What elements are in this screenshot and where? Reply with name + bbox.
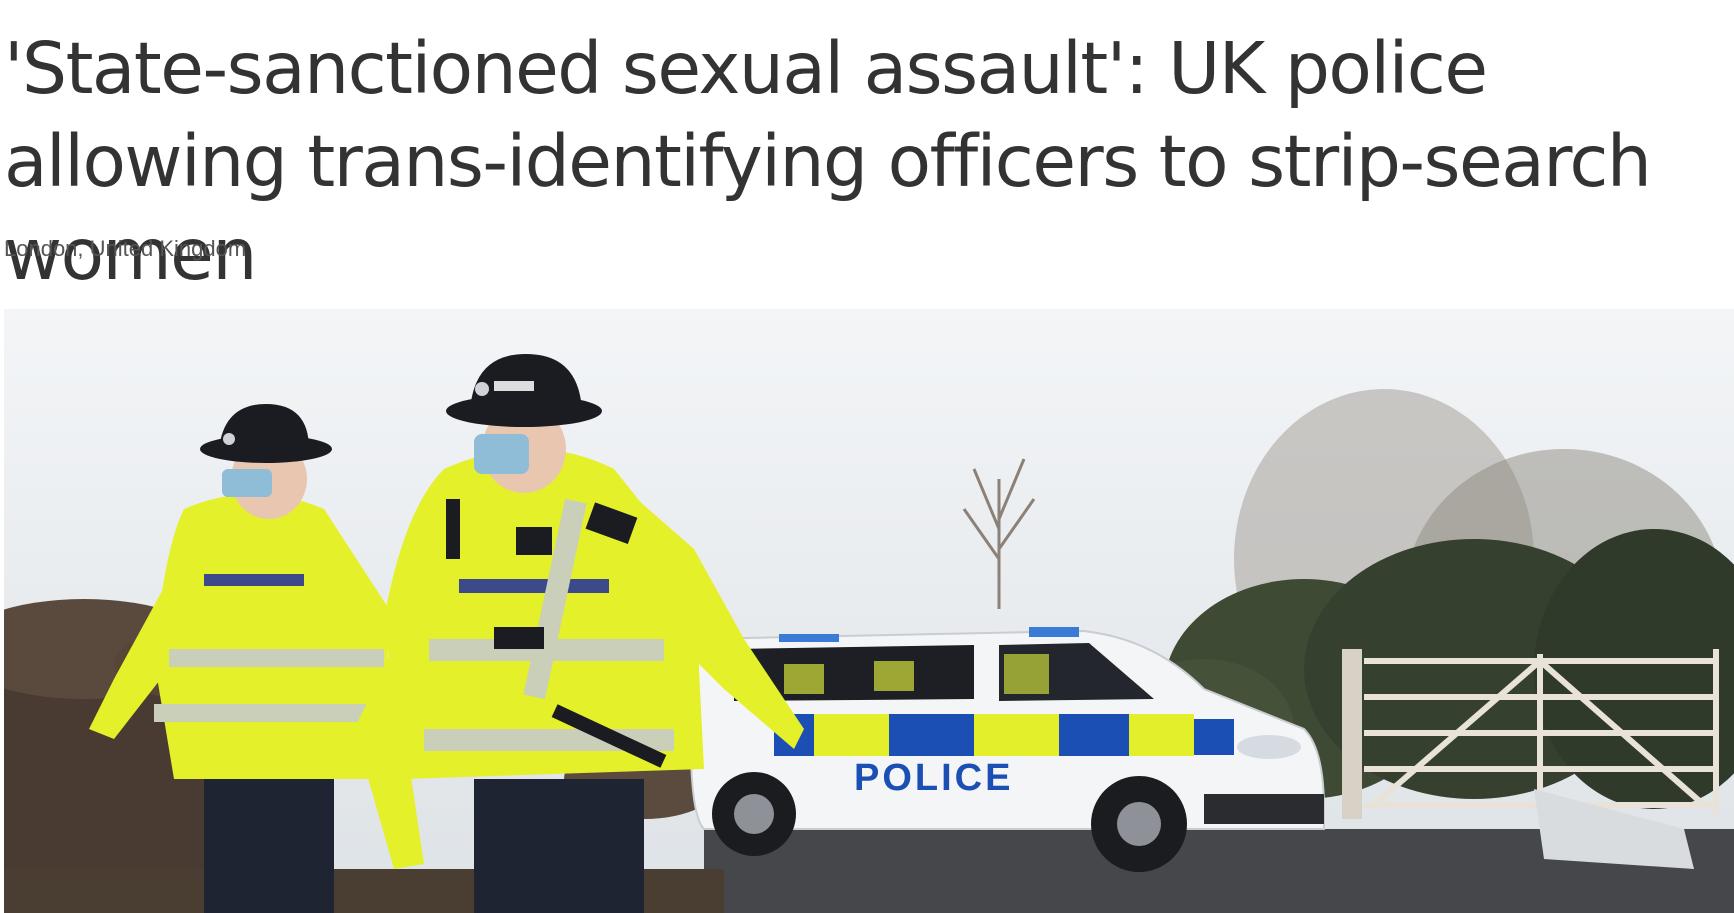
article-location: London, United Kingdom [4, 236, 247, 261]
article-headline: 'State-sanctioned sexual assault': UK po… [4, 27, 1652, 296]
van-lettering: POLICE [854, 757, 1013, 799]
article-photo: POLICE [4, 309, 1734, 913]
